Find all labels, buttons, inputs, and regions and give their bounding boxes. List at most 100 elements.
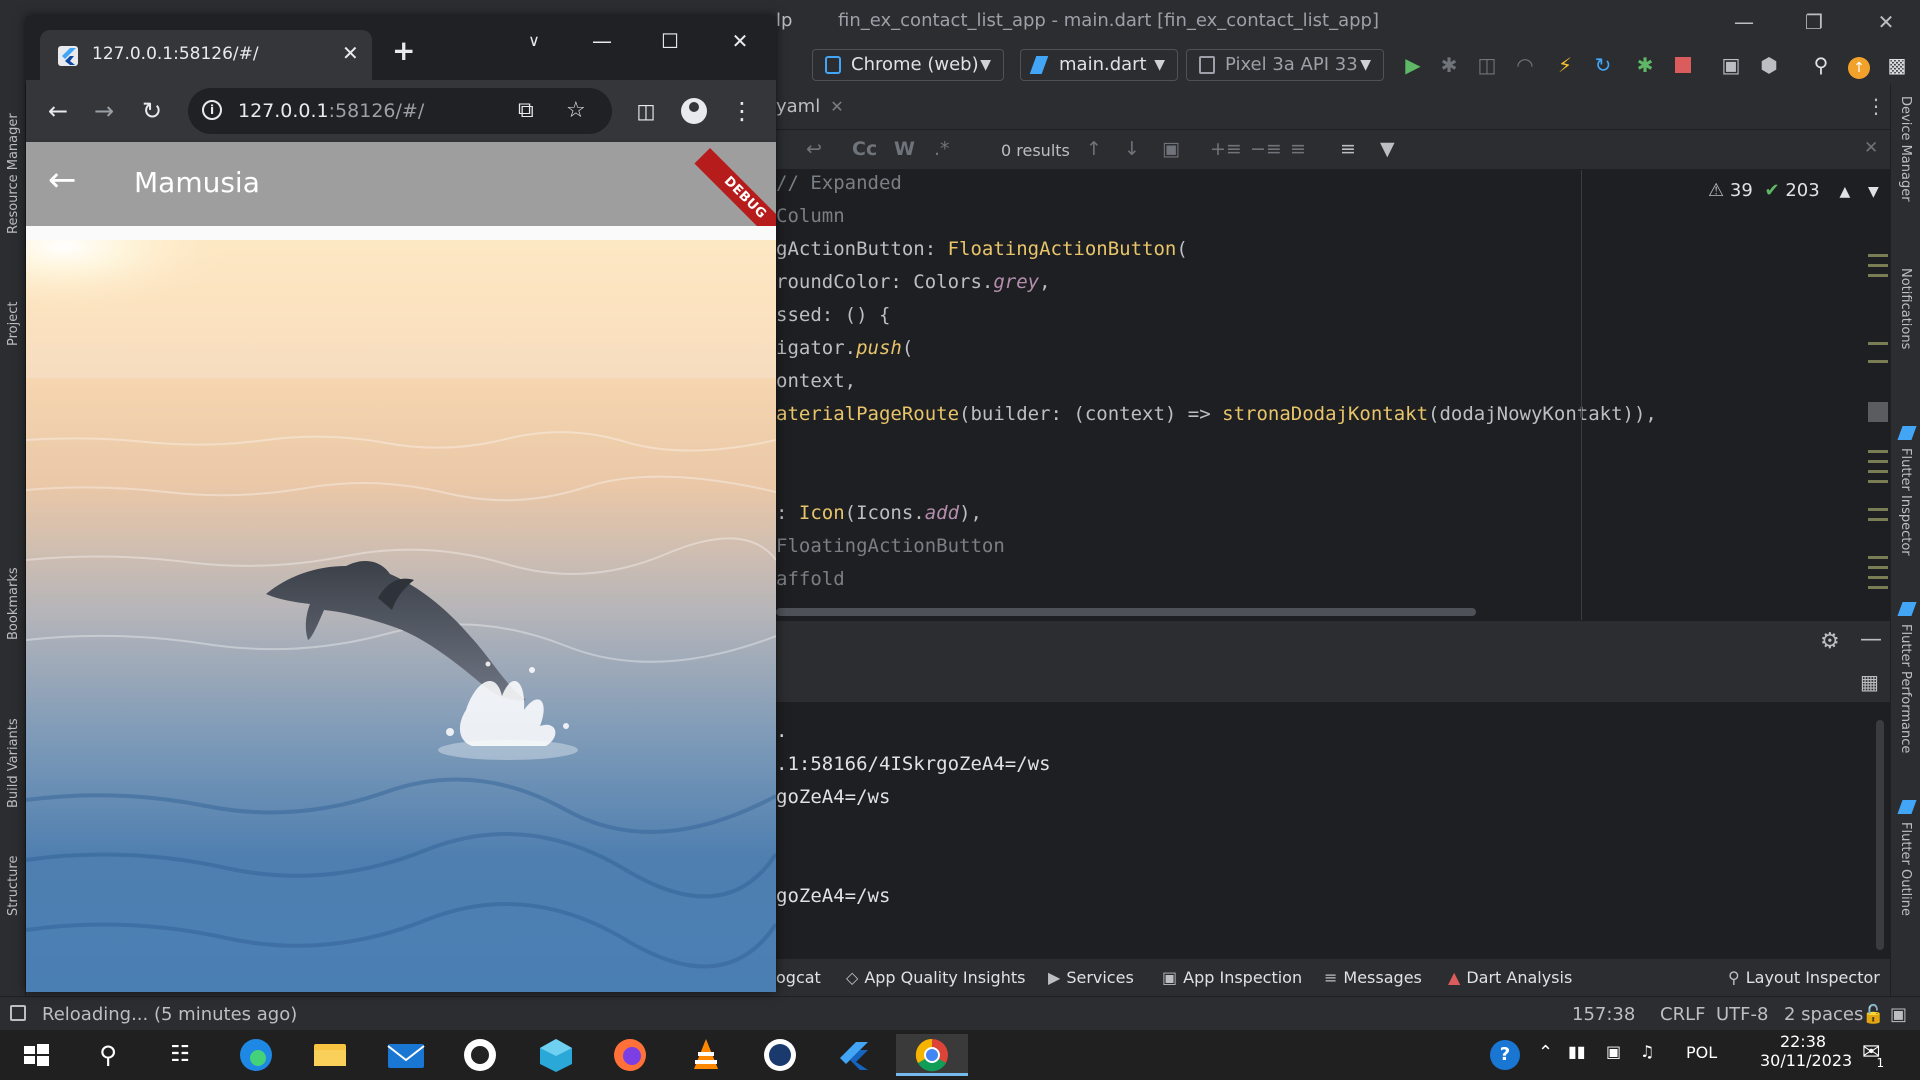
hot-reload-icon[interactable]: ⚡ [1552, 52, 1578, 78]
info-icon[interactable]: i [202, 100, 222, 120]
filter-icon[interactable]: ▼ [1380, 138, 1395, 160]
panel-build-variants[interactable]: Build Variants [6, 718, 21, 808]
address-bar[interactable]: i 127.0.0.1:58126/#/ ⧉ ☆ [188, 88, 612, 134]
options-icon[interactable]: ≡ [1340, 138, 1356, 160]
status-line-ending[interactable]: CRLF [1660, 1004, 1705, 1025]
more-vertical-icon[interactable]: ⋮ [726, 95, 758, 127]
gear-icon[interactable]: ⚙ [1820, 629, 1840, 654]
chevron-up-icon[interactable]: ⌃ [1538, 1042, 1553, 1063]
profile-icon[interactable]: ◠ [1512, 52, 1538, 78]
panel-device-manager[interactable]: Device Manager [1898, 96, 1913, 202]
match-case-toggle[interactable]: Cc [852, 138, 877, 160]
browser-tab[interactable]: 127.0.0.1:58126/#/ ✕ [40, 30, 372, 80]
layout-icon[interactable]: ▦ [1860, 670, 1879, 694]
notification-icon[interactable]: ▣ [1890, 1004, 1907, 1025]
status-reloading[interactable]: Reloading... (5 minutes ago) [42, 1004, 297, 1025]
firefox-icon[interactable] [602, 1034, 658, 1076]
panel-project[interactable]: Project [6, 302, 21, 346]
app-icon-cube[interactable] [528, 1034, 584, 1076]
app-icon-round-badge[interactable] [752, 1034, 808, 1076]
tool-app-inspection[interactable]: ▣ App Inspection [1162, 968, 1302, 987]
status-encoding[interactable]: UTF-8 [1716, 1004, 1768, 1025]
horizontal-scrollbar[interactable] [776, 608, 1476, 616]
arrow-up-icon[interactable]: ↑ [1086, 138, 1102, 160]
more-vertical-icon[interactable]: ⋮ [1866, 94, 1886, 118]
stop-icon[interactable] [1670, 52, 1696, 78]
tool-services[interactable]: ▶ Services [1048, 968, 1134, 987]
hide-panel-icon[interactable]: — [1860, 627, 1882, 652]
search-icon[interactable]: ⚲ [80, 1034, 136, 1076]
update-icon[interactable]: ↑ [1846, 52, 1872, 79]
windows-start-icon[interactable] [8, 1034, 64, 1076]
new-tab-icon[interactable]: + [392, 34, 415, 67]
tool-messages[interactable]: ≡ Messages [1324, 968, 1422, 987]
back-arrow-icon[interactable]: ← [48, 160, 77, 200]
file-explorer-icon[interactable] [302, 1034, 358, 1076]
edge-icon[interactable] [228, 1034, 284, 1076]
minimize-icon[interactable]: — [1714, 6, 1774, 38]
tool-app-quality-insights[interactable]: ◇ App Quality Insights [846, 968, 1025, 987]
maximize-icon[interactable]: ☐ [646, 26, 694, 56]
status-caret-position[interactable]: 157:38 [1572, 1004, 1635, 1025]
help-icon[interactable]: ? [1490, 1040, 1520, 1070]
panel-resource-manager[interactable]: Resource Manager [6, 113, 21, 234]
emulator-selector[interactable]: Pixel 3a API 33 ▼ [1186, 49, 1384, 81]
app-icon-white-circle[interactable] [452, 1034, 508, 1076]
tab-pubspec-yaml[interactable]: yaml ✕ [776, 96, 844, 117]
panel-toggle-icon[interactable] [10, 1005, 26, 1021]
close-icon[interactable]: ✕ [830, 97, 843, 116]
account-icon[interactable]: ▩ [1884, 52, 1910, 78]
close-icon[interactable]: ✕ [342, 41, 359, 65]
close-icon[interactable]: ✕ [1864, 138, 1878, 158]
tool-logcat[interactable]: ogcat [776, 968, 821, 987]
whole-word-toggle[interactable]: W [894, 138, 915, 160]
hot-restart-icon[interactable]: ↻ [1590, 52, 1616, 78]
tab-search-icon[interactable]: ∨ [510, 26, 558, 56]
console-scrollbar[interactable] [1876, 720, 1884, 950]
task-view-icon[interactable]: ☷ [152, 1034, 208, 1076]
chrome-taskbar-icon[interactable] [896, 1034, 968, 1076]
notification-center-icon[interactable]: ✉1 [1862, 1040, 1888, 1070]
network-icon[interactable]: ▣ [1606, 1042, 1621, 1061]
attach-debugger-icon[interactable]: ✱ [1632, 52, 1658, 78]
reload-icon[interactable]: ↻ [136, 95, 168, 127]
panel-notifications[interactable]: Notifications [1898, 268, 1913, 349]
run-icon[interactable]: ▶ [1400, 52, 1426, 78]
panel-structure[interactable]: Structure [6, 856, 21, 916]
tool-dart-analysis[interactable]: ▲ Dart Analysis [1448, 968, 1572, 987]
side-panel-icon[interactable]: ◫ [630, 95, 662, 127]
add-selection-icon[interactable]: +≡ [1210, 138, 1242, 160]
flutter-app-icon[interactable] [826, 1034, 882, 1076]
select-occurrences-icon[interactable]: ≡ [1290, 138, 1306, 160]
tool-layout-inspector[interactable]: ⚲ Layout Inspector [1728, 968, 1880, 987]
search-icon[interactable]: ⚲ [1808, 52, 1834, 78]
chevron-up-icon[interactable]: ▲ [1839, 184, 1850, 200]
panel-flutter-outline[interactable]: Flutter Outline [1898, 822, 1913, 916]
panel-flutter-inspector[interactable]: Flutter Inspector [1898, 448, 1913, 556]
scroll-thumb[interactable] [1868, 402, 1888, 422]
status-indent[interactable]: 2 spaces [1784, 1004, 1863, 1025]
remove-selection-icon[interactable]: −≡ [1250, 138, 1282, 160]
chevron-down-icon[interactable]: ▼ [1868, 184, 1879, 200]
panel-bookmarks[interactable]: Bookmarks [6, 567, 21, 640]
inspection-widget[interactable]: ⚠ 39 ✔ 203 ▲ ▼ [1708, 180, 1879, 201]
regex-toggle[interactable]: .* [934, 138, 950, 160]
clock[interactable]: 22:38 30/11/2023 [1760, 1032, 1852, 1070]
arrow-down-icon[interactable]: ↓ [1124, 138, 1140, 160]
profile-avatar-icon[interactable] [678, 95, 710, 127]
share-icon[interactable]: ⧉ [518, 98, 534, 123]
select-all-icon[interactable]: ▣ [1162, 138, 1180, 160]
close-icon[interactable]: ✕ [716, 26, 764, 56]
back-icon[interactable]: ← [42, 95, 74, 127]
panel-flutter-performance[interactable]: Flutter Performance [1898, 624, 1913, 753]
sdk-manager-icon[interactable]: ⬢ [1756, 52, 1782, 78]
mail-icon[interactable] [378, 1034, 434, 1076]
close-icon[interactable]: ✕ [1856, 6, 1916, 38]
restore-icon[interactable]: ❐ [1784, 6, 1844, 38]
forward-icon[interactable]: → [88, 95, 120, 127]
battery-icon[interactable]: ▮▮ [1568, 1042, 1586, 1061]
newline-icon[interactable]: ↩ [806, 138, 822, 160]
coverage-icon[interactable]: ◫ [1474, 52, 1500, 78]
language-indicator[interactable]: POL [1686, 1043, 1717, 1062]
device-manager-icon[interactable]: ▣ [1718, 52, 1744, 78]
